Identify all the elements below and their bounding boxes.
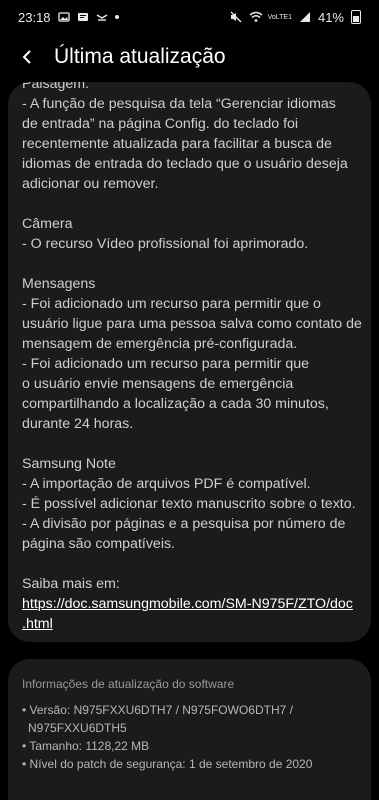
mute-icon — [230, 11, 242, 23]
battery-percent: 41% — [317, 9, 344, 25]
status-left: 23:18 — [18, 10, 119, 25]
vpn-icon — [77, 11, 89, 23]
wifi-icon — [249, 11, 263, 23]
software-info-item: • Nível do patch de segurança: 1 de sete… — [22, 757, 313, 771]
update-details-text: Paisagem. - A função de pesquisa da tela… — [22, 82, 362, 634]
back-button[interactable] — [6, 35, 50, 79]
detail-line: - A importação de arquivos PDF é compatí… — [22, 476, 311, 492]
software-info-item: • Versão: N975FXXU6DTH7 / N975FOWO6DTH7 … — [22, 703, 293, 717]
detail-line: - É possível adicionar texto manuscrito … — [22, 496, 356, 512]
detail-line: usuário ligue para uma pessoa salva como… — [22, 316, 362, 332]
learn-more-link[interactable]: https://doc.samsungmobile.com/SM-N975F/Z… — [22, 594, 362, 614]
detail-line: - A função de pesquisa da tela “Gerencia… — [22, 96, 336, 112]
status-right: VoLTE1 41% — [230, 10, 361, 25]
software-info-list: • Versão: N975FXXU6DTH7 / N975FOWO6DTH7 … — [22, 701, 362, 773]
section-title-camera: Câmera — [22, 216, 73, 232]
detail-line: - A divisão por páginas e a pesquisa por… — [22, 516, 346, 532]
dot-icon — [114, 15, 119, 19]
back-arrow-icon — [22, 50, 31, 64]
page-title: Última atualização — [54, 45, 226, 68]
app-header: Última atualização — [0, 34, 379, 80]
learn-more-label: Saiba mais em: — [22, 576, 120, 592]
learn-more-link-continued[interactable]: .html — [22, 614, 362, 634]
section-title-messages: Mensagens — [22, 276, 96, 292]
image-icon — [57, 11, 70, 23]
detail-line: idiomas de entrada do teclado que o usuá… — [22, 156, 348, 172]
update-details-card: Paisagem. - A função de pesquisa da tela… — [8, 82, 371, 642]
software-info-item: • Tamanho: 1128,22 MB — [22, 739, 150, 753]
detail-line: Paisagem. — [22, 82, 90, 92]
detail-line: - O recurso Vídeo profissional foi aprim… — [22, 236, 309, 252]
detail-line: recentemente atualizada para facilitar a… — [22, 136, 332, 152]
detail-line: adicionar ou remover. — [22, 176, 159, 192]
detail-line: página são compatíveis. — [22, 536, 176, 552]
detail-line: - Foi adicionado um recurso para permiti… — [22, 356, 310, 372]
detail-line: de entrada” na página Config. do teclado… — [22, 116, 299, 132]
battery-icon — [351, 10, 361, 24]
detail-line: o usuário envie mensagens de emergência — [22, 376, 294, 392]
software-info-title: Informações de atualização do software — [22, 677, 235, 691]
status-time: 23:18 — [18, 9, 51, 25]
mail-icon — [96, 11, 108, 23]
detail-line: compartilhando a localização a cada 30 m… — [22, 396, 329, 412]
detail-line: durante 24 horas. — [22, 416, 134, 432]
detail-line: - Foi adicionado um recurso para permiti… — [22, 296, 321, 312]
section-title-samsung-note: Samsung Note — [22, 456, 116, 472]
software-info-card: Informações de atualização do software •… — [8, 659, 371, 800]
network-label: VoLTE1 — [267, 13, 292, 21]
status-bar: 23:18 VoLTE1 41% — [0, 0, 379, 34]
detail-line: mensagem de emergência pré-configurada. — [22, 336, 298, 352]
software-info-item: N975FXXU6DTH5 — [28, 721, 127, 735]
signal-icon — [299, 11, 311, 23]
